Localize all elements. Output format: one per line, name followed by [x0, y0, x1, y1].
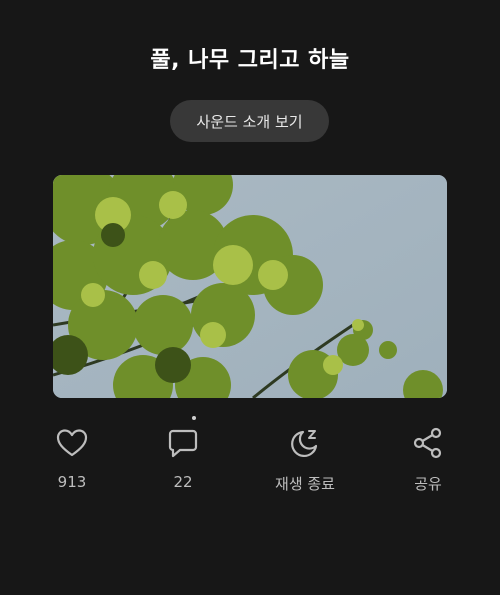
comment-count: 22	[173, 473, 193, 491]
comment-icon	[165, 425, 201, 461]
comment-button[interactable]: 22	[143, 425, 223, 491]
sleep-timer-button[interactable]: 재생 종료	[265, 425, 345, 494]
moon-sleep-icon	[287, 425, 323, 461]
tree-sky-image	[53, 175, 447, 398]
sound-intro-button[interactable]: 사운드 소개 보기	[170, 100, 329, 142]
share-icon	[410, 425, 446, 461]
share-button[interactable]: 공유	[388, 425, 468, 494]
page-indicator-dot	[192, 416, 196, 420]
nature-photo[interactable]	[53, 175, 447, 398]
like-count: 913	[57, 473, 87, 491]
heart-icon	[54, 425, 90, 461]
sleep-timer-label: 재생 종료	[275, 475, 335, 493]
page-title: 풀, 나무 그리고 하늘	[150, 48, 350, 73]
share-label: 공유	[414, 475, 442, 493]
like-button[interactable]: 913	[32, 425, 112, 491]
